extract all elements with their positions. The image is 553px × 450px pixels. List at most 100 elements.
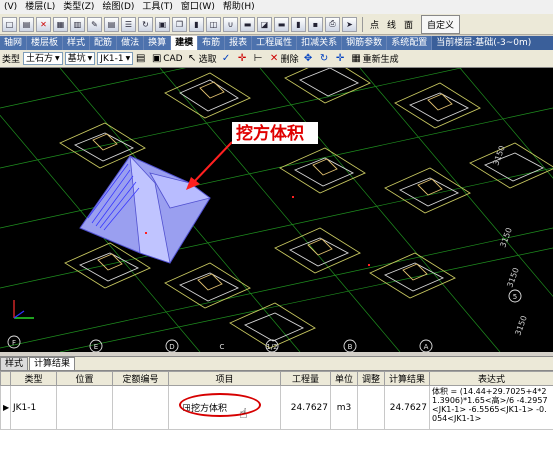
header-type[interactable]: 类型 <box>10 371 57 386</box>
current-floor-info: 当前楼层:基础(-3~0m) <box>436 38 532 48</box>
tab-style-bottom[interactable]: 样式 <box>0 357 29 370</box>
subtype-select[interactable]: 基坑 ▼ <box>64 52 96 65</box>
chart-bars-icon[interactable]: ▮ <box>291 16 306 32</box>
table-header-row: 类型 位置 定额编号 项目 工程量 单位 调整 计算结果 表达式 <box>0 371 553 386</box>
menu-type[interactable]: 类型(Z) <box>59 0 98 14</box>
drawing-canvas[interactable]: 挖方体积 3150 3150 3150 3150 F E D C 1/2 B A… <box>0 68 553 352</box>
type-select[interactable]: 土石方 ▼ <box>23 52 63 65</box>
tab-floor-slab[interactable]: 楼层板 <box>27 36 64 50</box>
menu-help[interactable]: 帮助(H) <box>219 0 259 14</box>
cell-type[interactable]: JK1-1 <box>10 385 57 430</box>
element-select[interactable]: JK1-1 ▼ <box>97 52 134 65</box>
header-quantity[interactable]: 工程量 <box>280 371 331 386</box>
tab-calc-results[interactable]: 计算结果 <box>29 357 76 370</box>
axis-label-f: F <box>12 339 16 347</box>
pit-outline <box>384 167 471 214</box>
mirror-button[interactable]: ✛ <box>335 53 347 64</box>
axis-label-1-2: 1/2 <box>266 343 277 351</box>
tab-modeling[interactable]: 建模 <box>171 36 199 50</box>
point-button[interactable]: ✛ <box>237 53 249 64</box>
axis-label-d: D <box>169 343 174 351</box>
pit-outline <box>164 72 251 119</box>
tab-conversion[interactable]: 换算 <box>144 36 172 50</box>
copy-icon[interactable]: ❐ <box>172 16 187 32</box>
select-button[interactable]: ↖ 选取 <box>187 52 217 65</box>
header-unit[interactable]: 单位 <box>330 371 358 386</box>
regenerate-button[interactable]: ▦ 重新生成 <box>351 52 398 65</box>
confirm-button[interactable]: ✓ <box>221 53 233 64</box>
pit-outline <box>229 302 316 349</box>
open-file-icon[interactable]: ▤ <box>19 16 34 32</box>
module-tabs: 轴网 楼层板 样式 配筋 做法 换算 建模 布筋 报表 工程属性 扣减关系 钢筋… <box>0 36 553 50</box>
cell-quantity[interactable]: 24.7627 <box>280 385 331 430</box>
select-icon[interactable]: ▣ <box>155 16 170 32</box>
point-mode-button[interactable]: 点 <box>370 18 379 31</box>
table-icon[interactable]: ▥ <box>70 16 85 32</box>
cell-adjust[interactable] <box>357 385 385 430</box>
move-icon[interactable]: ▬ <box>240 16 255 32</box>
tab-method[interactable]: 做法 <box>117 36 145 50</box>
save-icon[interactable]: ▪ <box>308 16 323 32</box>
header-adjust[interactable]: 调整 <box>357 371 385 386</box>
line-mode-button[interactable]: 线 <box>387 18 396 31</box>
new-file-icon[interactable]: □ <box>2 16 17 32</box>
tab-style[interactable]: 样式 <box>63 36 91 50</box>
toolbar-separator <box>362 16 363 32</box>
header-result[interactable]: 计算结果 <box>384 371 430 386</box>
header-item[interactable]: 项目 <box>168 371 281 386</box>
custom-button[interactable]: 自定义 <box>421 14 461 34</box>
face-mode-button[interactable]: 面 <box>404 18 413 31</box>
dimension-label: 3150 <box>498 226 513 248</box>
layers-icon[interactable]: ▤ <box>104 16 119 32</box>
tab-axis-grid[interactable]: 轴网 <box>0 36 28 50</box>
trim-button[interactable]: ⊢ <box>253 53 265 64</box>
measure-icon[interactable]: ◫ <box>206 16 221 32</box>
magnet-icon[interactable]: ∪ <box>223 16 238 32</box>
list-icon[interactable]: ☰ <box>121 16 136 32</box>
dimension-label: 3150 <box>491 144 506 166</box>
layer-button[interactable]: ▤ <box>135 53 147 64</box>
header-expression[interactable]: 表达式 <box>429 371 553 386</box>
cell-result[interactable]: 24.7627 <box>384 385 430 430</box>
delete-button[interactable]: ✕ 删除 <box>269 52 299 65</box>
cell-expression[interactable]: 体积 = (14.44+29.7025+4*21.3906)*1.65<高>/6… <box>429 385 553 430</box>
menu-bar: (V) 楼层(L) 类型(Z) 绘图(D) 工具(T) 窗口(W) 帮助(H) <box>0 0 553 14</box>
print-icon[interactable]: ⎙ <box>325 16 340 32</box>
menu-view[interactable]: (V) <box>0 0 21 14</box>
arrow-icon[interactable]: ➤ <box>342 16 357 32</box>
header-position[interactable]: 位置 <box>56 371 113 386</box>
chart-icon[interactable]: ▮ <box>189 16 204 32</box>
tab-deduction[interactable]: 扣减关系 <box>297 36 343 50</box>
cell-quota[interactable] <box>112 385 169 430</box>
tab-project-properties[interactable]: 工程属性 <box>252 36 298 50</box>
tab-reports[interactable]: 报表 <box>225 36 253 50</box>
hand-cursor-icon: ☝ <box>239 406 248 422</box>
cell-position[interactable] <box>56 385 113 430</box>
tab-rebar-layout[interactable]: 布筋 <box>198 36 226 50</box>
pit-outline <box>274 227 361 274</box>
stamp-icon[interactable]: ◪ <box>257 16 272 32</box>
menu-draw[interactable]: 绘图(D) <box>98 0 138 14</box>
grid-icon[interactable]: ▦ <box>53 16 68 32</box>
tab-system-config[interactable]: 系统配置 <box>387 36 433 50</box>
move-button[interactable]: ✥ <box>303 53 315 64</box>
tab-rebar[interactable]: 配筋 <box>90 36 118 50</box>
menu-tools[interactable]: 工具(T) <box>138 0 177 14</box>
refresh-icon[interactable]: ↻ <box>138 16 153 32</box>
menu-window[interactable]: 窗口(W) <box>177 0 219 14</box>
bar-icon[interactable]: ▬ <box>274 16 289 32</box>
header-quota[interactable]: 定额编号 <box>112 371 169 386</box>
menu-floor[interactable]: 楼层(L) <box>21 0 59 14</box>
tab-rebar-params[interactable]: 钢筋参数 <box>342 36 388 50</box>
cell-item[interactable]: + 挖方体积 ☝ <box>168 385 281 430</box>
cad-button[interactable]: ▣ CAD <box>151 53 183 64</box>
cell-unit[interactable]: m3 <box>330 385 358 430</box>
type-select-value: 土石方 <box>26 53 54 64</box>
close-icon[interactable]: ✕ <box>36 16 51 32</box>
current-row-marker-icon: ▶ <box>0 385 11 430</box>
pencil-icon[interactable]: ✎ <box>87 16 102 32</box>
table-row[interactable]: ▶ JK1-1 + 挖方体积 ☝ 24.7627 m3 24.7627 体积 =… <box>0 385 553 430</box>
element-select-value: JK1-1 <box>100 53 124 64</box>
delete-label: 删除 <box>280 55 299 65</box>
rotate-button[interactable]: ↻ <box>319 53 331 64</box>
